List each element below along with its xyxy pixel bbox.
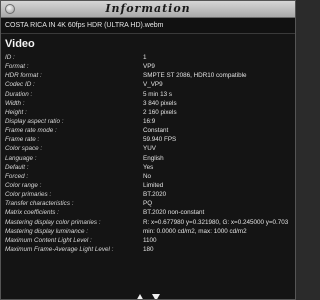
info-key: ID :	[5, 54, 15, 61]
scroll-up-arrow-icon[interactable]	[135, 294, 144, 299]
info-row: Color primaries : BT.2020	[1, 190, 295, 199]
info-row: Format : VP9	[1, 62, 295, 71]
info-key: Height :	[5, 108, 27, 116]
info-key: Mastering display color primaries :	[5, 218, 101, 226]
info-key: Duration :	[5, 90, 33, 98]
info-row: Maximum Content Light Level : 1100	[1, 236, 295, 245]
section-heading-video: Video	[5, 38, 35, 50]
info-key: Default :	[5, 163, 29, 171]
info-value: 3 840 pixels	[143, 99, 177, 107]
info-value: 1	[143, 54, 147, 61]
info-row: Display aspect ratio : 16:9	[1, 117, 295, 126]
info-value: 180	[143, 245, 154, 253]
info-key: Forced :	[5, 172, 29, 180]
info-value: Yes	[143, 163, 154, 171]
info-row: Frame rate : 59.940 FPS	[1, 135, 295, 144]
info-key: Transfer characteristics :	[5, 200, 74, 208]
info-row: Matrix coefficients : BT.2020 non-constan…	[1, 208, 295, 217]
info-key: Maximum Content Light Level :	[5, 236, 92, 244]
info-value: 59.940 FPS	[143, 136, 177, 144]
info-value: V_VP9	[143, 81, 163, 89]
info-row: Color space : YUV	[1, 144, 295, 153]
info-list[interactable]: ID : 1 Format : VP9 HDR format : SMPTE ST 208…	[1, 53, 295, 283]
info-row: Mastering display luminance : min: 0.0000…	[1, 227, 295, 236]
info-key: Display aspect ratio :	[5, 117, 64, 125]
info-value: BT.2020 non-constant	[143, 209, 205, 217]
info-key: Maximum Frame-Average Light Level :	[5, 245, 114, 253]
info-row: Color range : Limited	[1, 181, 295, 190]
scroll-down-arrow-icon[interactable]	[152, 294, 161, 299]
info-row: HDR format : SMPTE ST 2086, HDR10 compati…	[1, 71, 295, 80]
info-row: Maximum Frame-Average Light Level : 180	[1, 245, 295, 254]
info-key: Width :	[5, 99, 25, 107]
info-row: Transfer characteristics : PQ	[1, 199, 295, 208]
scroll-controls	[1, 288, 295, 299]
info-row: Mastering display color primaries : R: x=…	[1, 218, 295, 227]
info-value: min: 0.0000 cd/m2, max: 1000 cd/m2	[143, 227, 247, 235]
info-value: 1100	[143, 236, 157, 244]
info-key: Color space :	[5, 145, 43, 153]
info-value: 5 min 13 s	[143, 90, 173, 98]
info-row: Width : 3 840 pixels	[1, 99, 295, 108]
info-value: 16:9	[143, 117, 156, 125]
info-value: VP9	[143, 63, 155, 71]
info-value: BT.2020	[143, 191, 167, 199]
info-row: Forced : No	[1, 172, 295, 181]
file-name: COSTA RICA IN 4K 60fps HDR (ULTRA HD).we…	[1, 18, 295, 34]
info-row: Frame rate mode : Constant	[1, 126, 295, 135]
info-row: Language : English	[1, 154, 295, 163]
info-key: Matrix coefficients :	[5, 209, 59, 217]
information-window: Information COSTA RICA IN 4K 60fps HDR (…	[0, 0, 296, 300]
window-title: Information	[105, 2, 191, 15]
info-value: Constant	[143, 127, 169, 135]
info-row: Default : Yes	[1, 163, 295, 172]
info-key: Color range :	[5, 181, 42, 189]
info-key: Frame rate :	[5, 136, 40, 144]
info-value: R: x=0.677980 y=0.321980, G: x=0.245000 …	[143, 218, 289, 226]
info-value: YUV	[143, 145, 156, 153]
info-row: Height : 2 160 pixels	[1, 108, 295, 117]
info-key: Format :	[5, 63, 29, 71]
info-value: Limited	[143, 181, 164, 189]
info-key: Mastering display luminance :	[5, 227, 88, 235]
info-key: Codec ID :	[5, 81, 35, 89]
info-key: Language :	[5, 154, 37, 162]
info-value: SMPTE ST 2086, HDR10 compatible	[143, 72, 247, 80]
info-row: ID : 1	[1, 53, 295, 62]
info-row: Duration : 5 min 13 s	[1, 90, 295, 99]
info-key: HDR format :	[5, 72, 42, 80]
info-key: Frame rate mode :	[5, 127, 57, 135]
info-value: 2 160 pixels	[143, 108, 177, 116]
info-row: Codec ID : V_VP9	[1, 80, 295, 89]
info-key: Color primaries :	[5, 191, 52, 199]
title-bar[interactable]: Information	[1, 1, 295, 18]
info-value: English	[143, 154, 164, 162]
info-value: No	[143, 172, 152, 180]
info-value: PQ	[143, 200, 153, 208]
